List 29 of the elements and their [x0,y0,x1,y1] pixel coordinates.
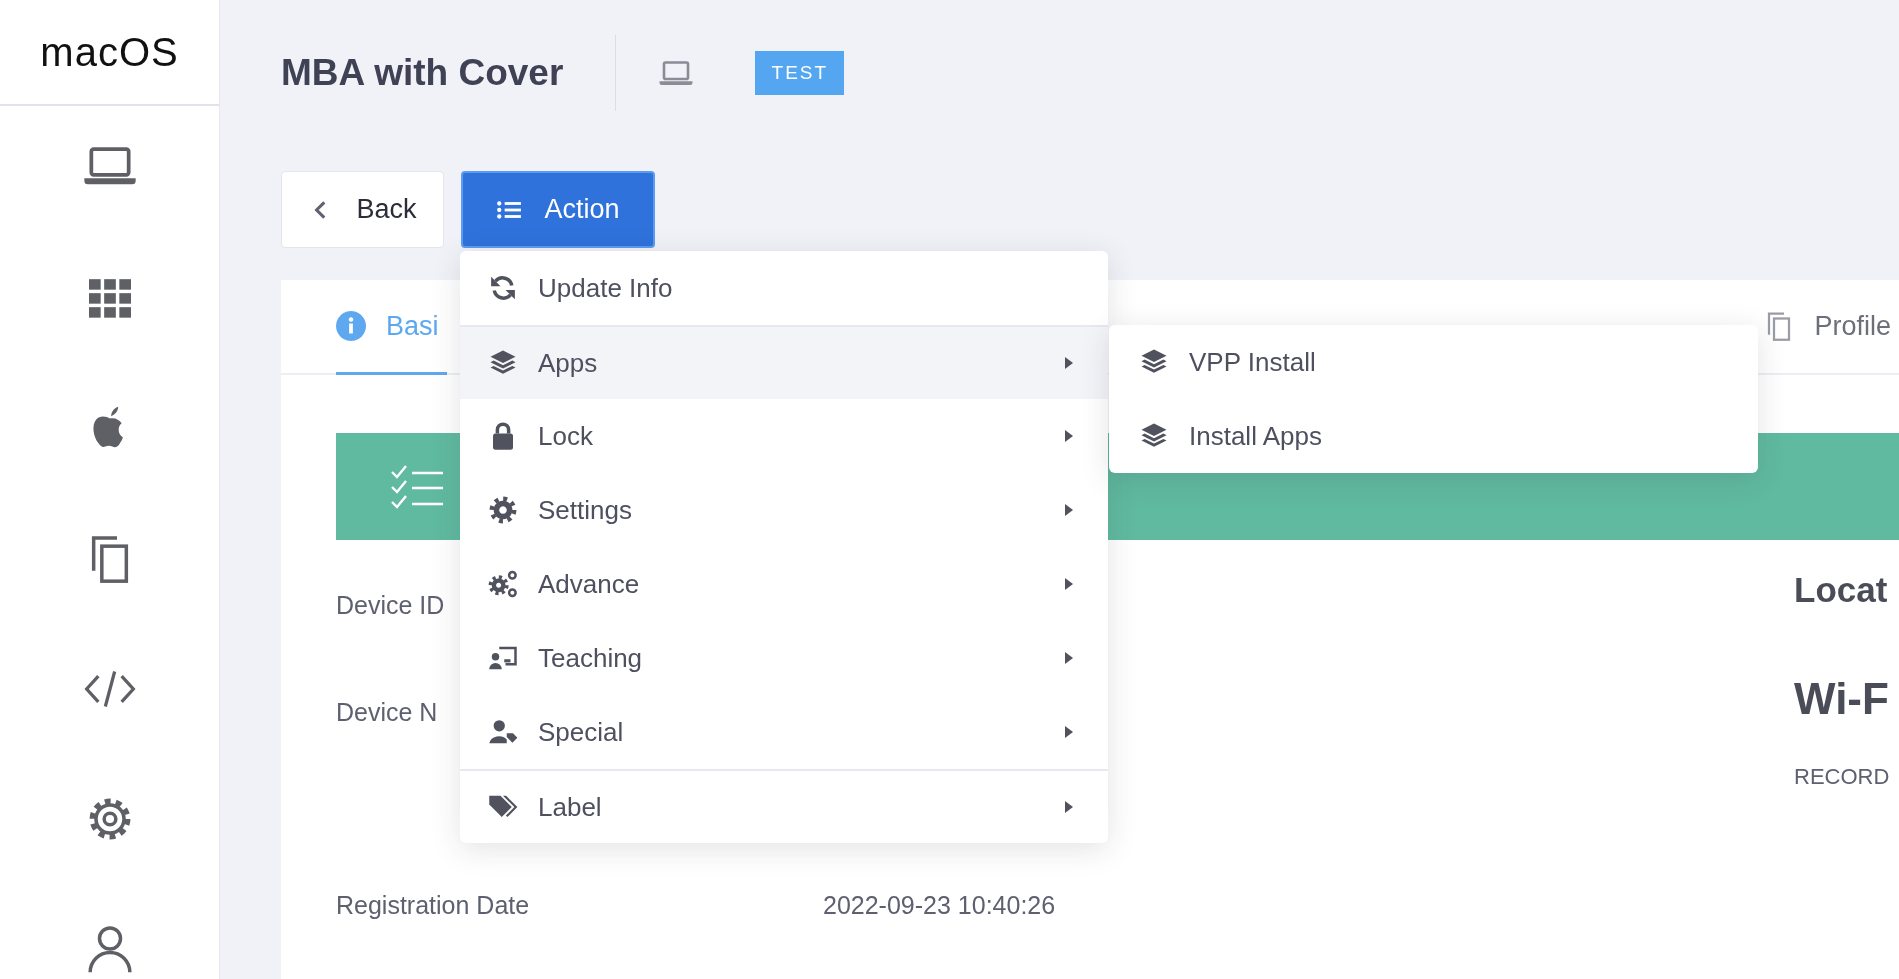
menu-item[interactable]: Update Info [460,251,1108,325]
section-caption: RECORD [1794,764,1891,790]
menu-item[interactable]: VPP Install [1109,325,1758,399]
settings-icon [488,495,518,525]
tag-badge: TEST [755,51,845,95]
back-button[interactable]: Back [281,171,444,248]
menu-item[interactable]: Lock [460,399,1108,473]
field-value: 2022-09-23 10:40:26 [823,890,1056,920]
tab[interactable]: Profile [1764,280,1899,375]
menu-item[interactable]: Special [460,695,1108,769]
menu-item[interactable]: Settings [460,473,1108,547]
menu-item[interactable]: Label [460,769,1108,843]
field-label: Device N [336,697,439,727]
list-icon [496,198,523,221]
field-label: Registration Date [336,890,531,920]
menu-item[interactable]: Install Apps [1109,399,1758,473]
action-button[interactable]: Action [461,171,655,248]
info-icon [336,311,366,341]
gears-icon [488,569,518,599]
section-heading: Locat [1794,570,1889,611]
logo-text: macOS [40,29,179,75]
menu-item[interactable]: Teaching [460,621,1108,695]
section-heading: Wi-F [1794,674,1890,724]
page-title: MBA with Cover [281,52,564,94]
menu-item[interactable]: Apps [460,325,1108,399]
laptop-icon [658,58,695,88]
menu-item[interactable]: Advance [460,547,1108,621]
refresh-icon [488,273,518,303]
field-label: Device ID [336,590,446,620]
